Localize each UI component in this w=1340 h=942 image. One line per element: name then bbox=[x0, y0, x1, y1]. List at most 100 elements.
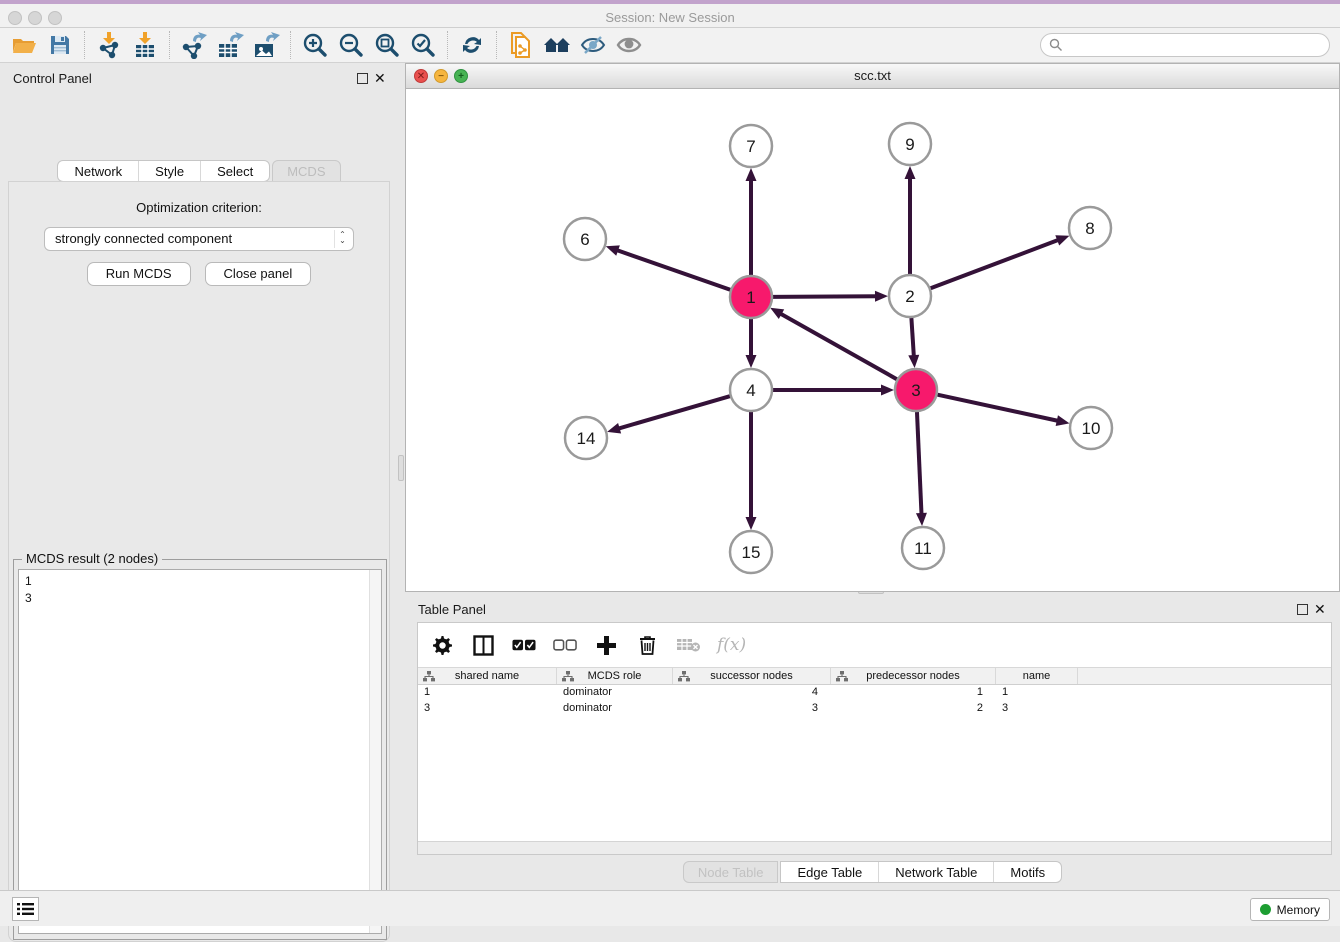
cell-predecessor-nodes: 2 bbox=[831, 701, 996, 717]
export-network-icon bbox=[180, 31, 208, 59]
close-panel-icon[interactable] bbox=[374, 70, 388, 86]
save-session-button[interactable] bbox=[42, 30, 78, 60]
tab-network-table[interactable]: Network Table bbox=[879, 862, 994, 882]
network-window-titlebar[interactable]: ✕ − + scc.txt bbox=[406, 64, 1339, 89]
search-input[interactable] bbox=[1069, 35, 1329, 55]
table-toolbar: f(x) bbox=[418, 623, 1331, 667]
result-scrollbar[interactable] bbox=[369, 570, 381, 933]
mcds-result-text[interactable]: 1 3 bbox=[18, 569, 382, 934]
import-table-button[interactable] bbox=[127, 30, 163, 60]
import-network-button[interactable] bbox=[91, 30, 127, 60]
add-column-icon[interactable] bbox=[594, 633, 618, 657]
tab-select[interactable]: Select bbox=[201, 161, 269, 181]
status-bar: Memory bbox=[0, 890, 1340, 926]
graph-edge-1-2[interactable] bbox=[773, 296, 877, 297]
run-mcds-button[interactable]: Run MCDS bbox=[87, 262, 191, 286]
table-horizontal-scrollbar[interactable] bbox=[418, 841, 1331, 854]
unselect-all-icon[interactable] bbox=[553, 633, 577, 657]
table-row[interactable]: 3 dominator 3 2 3 bbox=[418, 701, 1331, 717]
refresh-icon bbox=[459, 32, 485, 58]
task-history-button[interactable] bbox=[12, 897, 39, 921]
graph-edge-2-8[interactable] bbox=[931, 240, 1060, 289]
zoom-fit-button[interactable] bbox=[369, 30, 405, 60]
open-session-button[interactable] bbox=[6, 30, 42, 60]
tab-mcds[interactable]: MCDS bbox=[272, 160, 340, 182]
cell-shared-name: 1 bbox=[418, 685, 557, 701]
optimization-criterion-label: Optimization criterion: bbox=[9, 200, 389, 215]
criterion-value: strongly connected component bbox=[55, 231, 232, 246]
memory-button[interactable]: Memory bbox=[1250, 898, 1330, 921]
main-toolbar bbox=[0, 28, 1340, 63]
vertical-splitter-handle[interactable] bbox=[398, 455, 404, 481]
network-canvas[interactable]: 7968124314101511 bbox=[406, 89, 1339, 591]
import-network-icon bbox=[96, 31, 122, 59]
open-session-icon bbox=[11, 33, 37, 57]
column-header-successor-nodes[interactable]: successor nodes bbox=[673, 668, 831, 684]
delete-column-icon[interactable] bbox=[635, 633, 659, 657]
graph-arrowhead bbox=[1055, 235, 1069, 245]
control-panel: Control Panel Network Style Select MCDS … bbox=[0, 64, 398, 886]
app-title: Session: New Session bbox=[0, 10, 1340, 25]
toolbar-separator bbox=[84, 31, 85, 59]
refresh-button[interactable] bbox=[454, 30, 490, 60]
network-graph[interactable]: 7968124314101511 bbox=[406, 89, 1339, 591]
save-session-icon bbox=[48, 33, 72, 57]
tab-edge-table[interactable]: Edge Table bbox=[781, 862, 879, 882]
graph-arrowhead bbox=[908, 355, 919, 368]
graph-arrowhead bbox=[916, 513, 927, 526]
combo-stepper-icon bbox=[334, 230, 350, 248]
column-header-name[interactable]: name bbox=[996, 668, 1078, 684]
criterion-select[interactable]: strongly connected component bbox=[44, 227, 354, 251]
function-builder-icon[interactable]: f(x) bbox=[717, 635, 746, 655]
graph-edge-3-1[interactable] bbox=[780, 313, 897, 379]
graph-node-label: 3 bbox=[911, 381, 920, 400]
duplicate-network-button[interactable] bbox=[503, 30, 539, 60]
column-pane-icon[interactable] bbox=[471, 633, 495, 657]
graph-edge-4-14[interactable] bbox=[618, 396, 730, 429]
close-panel-button[interactable]: Close panel bbox=[205, 262, 312, 286]
graph-node-label: 15 bbox=[742, 543, 761, 562]
mcds-result-group: MCDS result (2 nodes) 1 3 bbox=[13, 559, 387, 940]
export-image-button[interactable] bbox=[248, 30, 284, 60]
tab-node-table[interactable]: Node Table bbox=[683, 861, 779, 883]
graph-edge-2-3[interactable] bbox=[911, 318, 913, 357]
graph-edge-3-10[interactable] bbox=[937, 395, 1058, 421]
zoom-selected-button[interactable] bbox=[405, 30, 441, 60]
tab-style[interactable]: Style bbox=[139, 161, 201, 181]
table-row[interactable]: 1 dominator 4 1 1 bbox=[418, 685, 1331, 701]
tree-icon bbox=[836, 671, 848, 682]
graph-edge-1-6[interactable] bbox=[616, 250, 730, 290]
delete-table-icon[interactable] bbox=[676, 633, 700, 657]
memory-status-icon bbox=[1260, 904, 1271, 915]
export-network-button[interactable] bbox=[176, 30, 212, 60]
graph-node-label: 6 bbox=[580, 230, 589, 249]
float-panel-icon[interactable] bbox=[357, 73, 368, 84]
column-header-predecessor-nodes[interactable]: predecessor nodes bbox=[831, 668, 996, 684]
list-icon bbox=[17, 902, 34, 916]
tab-motifs[interactable]: Motifs bbox=[994, 862, 1061, 882]
cell-predecessor-nodes: 1 bbox=[831, 685, 996, 701]
cell-shared-name: 3 bbox=[418, 701, 557, 717]
control-panel-tabs: Network Style Select MCDS bbox=[0, 160, 398, 182]
graph-edge-3-11[interactable] bbox=[917, 412, 922, 515]
graph-arrowhead bbox=[1056, 415, 1070, 426]
gear-icon[interactable] bbox=[430, 633, 454, 657]
graph-arrowhead bbox=[875, 291, 888, 302]
select-all-icon[interactable] bbox=[512, 633, 536, 657]
close-panel-icon[interactable] bbox=[1314, 601, 1328, 617]
hide-selected-button[interactable] bbox=[575, 30, 611, 60]
search-field[interactable] bbox=[1040, 33, 1330, 57]
tree-icon bbox=[423, 671, 435, 682]
first-neighbors-button[interactable] bbox=[539, 30, 575, 60]
export-table-button[interactable] bbox=[212, 30, 248, 60]
cell-mcds-role: dominator bbox=[557, 701, 673, 717]
zoom-out-button[interactable] bbox=[333, 30, 369, 60]
zoom-in-button[interactable] bbox=[297, 30, 333, 60]
column-header-shared-name[interactable]: shared name bbox=[418, 668, 557, 684]
hide-selected-icon bbox=[579, 33, 607, 57]
column-header-mcds-role[interactable]: MCDS role bbox=[557, 668, 673, 684]
tab-network[interactable]: Network bbox=[58, 161, 139, 181]
float-panel-icon[interactable] bbox=[1297, 604, 1308, 615]
show-all-icon bbox=[615, 33, 643, 57]
show-all-button[interactable] bbox=[611, 30, 647, 60]
